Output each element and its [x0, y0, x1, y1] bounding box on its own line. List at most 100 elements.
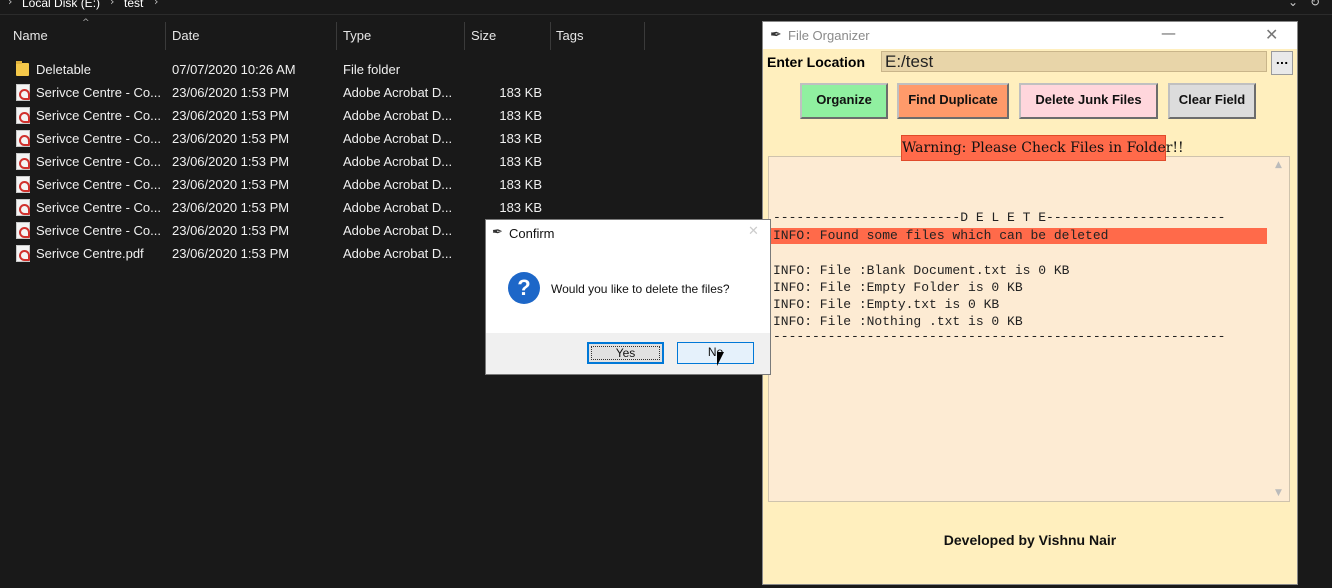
question-icon: ? — [508, 272, 540, 304]
file-date: 23/06/2020 1:53 PM — [172, 85, 290, 100]
divider — [0, 14, 1332, 15]
file-row[interactable]: Serivce Centre - Co... 23/06/2020 1:53 P… — [0, 196, 760, 219]
breadcrumb-chevron-icon: › — [8, 0, 13, 8]
log-line: INFO: File :Blank Document.txt is 0 KB — [773, 263, 1070, 278]
column-header-name[interactable]: Name — [13, 28, 48, 43]
file-name: Serivce Centre - Co... — [36, 85, 161, 100]
file-type: Adobe Acrobat D... — [343, 223, 453, 238]
footer-credit: Developed by Vishnu Nair — [943, 532, 1117, 548]
location-label: Enter Location — [767, 54, 866, 70]
column-divider[interactable] — [644, 22, 645, 50]
log-line: INFO: File :Empty Folder is 0 KB — [773, 280, 1023, 295]
yes-button[interactable]: Yes — [587, 342, 664, 364]
file-type: Adobe Acrobat D... — [343, 85, 453, 100]
breadcrumb-chevron-icon: › — [110, 0, 115, 8]
sort-ascending-icon: ^ — [82, 18, 90, 28]
address-bar[interactable]: › Local Disk (E:) › test › ⌄ ↻ — [0, 0, 1332, 14]
file-size: 183 KB — [499, 85, 542, 100]
pdf-icon — [16, 107, 30, 124]
dialog-title-bar[interactable]: ✒ Confirm ✕ — [486, 220, 770, 247]
file-organizer-window: ✒ File Organizer — ✕ Enter Location E:/t… — [763, 22, 1297, 584]
file-size: 183 KB — [499, 177, 542, 192]
clear-field-button[interactable]: Clear Field — [1168, 83, 1256, 119]
pdf-icon — [16, 222, 30, 239]
close-icon[interactable]: ✕ — [1265, 25, 1278, 44]
warning-label: Warning: Please Check Files in Folder!! — [901, 135, 1184, 161]
folder-icon — [16, 61, 29, 76]
refresh-icon[interactable]: ↻ — [1310, 0, 1320, 9]
file-date: 23/06/2020 1:53 PM — [172, 177, 290, 192]
pdf-icon — [16, 176, 30, 193]
scroll-up-icon[interactable]: ▲ — [1275, 160, 1282, 170]
file-row[interactable]: Serivce Centre - Co... 23/06/2020 1:53 P… — [0, 81, 760, 104]
find-duplicate-button[interactable]: Find Duplicate — [897, 83, 1009, 119]
log-line: ------------------------D E L E T E-----… — [773, 210, 1226, 225]
file-name: Serivce Centre.pdf — [36, 246, 144, 261]
breadcrumb-test[interactable]: test — [124, 0, 143, 10]
delete-junk-files-button[interactable]: Delete Junk Files — [1019, 83, 1158, 119]
file-type: Adobe Acrobat D... — [343, 131, 453, 146]
file-name: Serivce Centre - Co... — [36, 154, 161, 169]
dialog-title: Confirm — [509, 226, 555, 241]
file-date: 23/06/2020 1:53 PM — [172, 246, 290, 261]
file-date: 23/06/2020 1:53 PM — [172, 200, 290, 215]
file-name: Serivce Centre - Co... — [36, 131, 161, 146]
log-line: INFO: File :Nothing .txt is 0 KB — [773, 314, 1023, 329]
feather-icon: ✒ — [770, 27, 782, 43]
file-row[interactable]: Serivce Centre - Co... 23/06/2020 1:53 P… — [0, 150, 760, 173]
file-size: 183 KB — [499, 131, 542, 146]
file-row[interactable]: Serivce Centre - Co... 23/06/2020 1:53 P… — [0, 173, 760, 196]
pdf-icon — [16, 153, 30, 170]
column-divider[interactable] — [464, 22, 465, 50]
file-size: 183 KB — [499, 154, 542, 169]
log-line: INFO: File :Empty.txt is 0 KB — [773, 297, 1000, 312]
column-divider[interactable] — [550, 22, 551, 50]
file-name: Serivce Centre - Co... — [36, 177, 161, 192]
file-type: Adobe Acrobat D... — [343, 177, 453, 192]
close-icon[interactable]: ✕ — [748, 224, 759, 239]
file-name: Serivce Centre - Co... — [36, 223, 161, 238]
column-header-tags[interactable]: Tags — [556, 28, 583, 43]
file-name: Deletable — [36, 62, 91, 77]
scroll-down-icon[interactable]: ▼ — [1275, 488, 1282, 498]
title-bar[interactable]: ✒ File Organizer — ✕ — [763, 22, 1297, 49]
file-date: 07/07/2020 10:26 AM — [172, 62, 296, 77]
file-size: 183 KB — [499, 108, 542, 123]
vertical-scrollbar[interactable]: ▲ ▼ — [1272, 158, 1288, 500]
column-header-type[interactable]: Type — [343, 28, 371, 43]
pdf-icon — [16, 84, 30, 101]
no-button[interactable]: No — [677, 342, 754, 364]
dialog-message: Would you like to delete the files? — [551, 282, 730, 296]
file-type: Adobe Acrobat D... — [343, 108, 453, 123]
breadcrumb-local-disk[interactable]: Local Disk (E:) — [22, 0, 100, 10]
chevron-down-icon[interactable]: ⌄ — [1288, 0, 1298, 9]
file-row[interactable]: Deletable 07/07/2020 10:26 AM File folde… — [0, 58, 760, 81]
pdf-icon — [16, 245, 30, 262]
log-line: ----------------------------------------… — [773, 329, 1226, 344]
file-row[interactable]: Serivce Centre - Co... 23/06/2020 1:53 P… — [0, 127, 760, 150]
log-output[interactable]: ------------------------D E L E T E-----… — [768, 156, 1290, 502]
browse-button[interactable]: ... — [1271, 51, 1293, 75]
file-type: Adobe Acrobat D... — [343, 154, 453, 169]
dialog-body: ? Would you like to delete the files? — [486, 247, 770, 333]
file-type: File folder — [343, 62, 401, 77]
file-date: 23/06/2020 1:53 PM — [172, 108, 290, 123]
column-header-size[interactable]: Size — [471, 28, 496, 43]
minimize-icon[interactable]: — — [1161, 24, 1176, 42]
file-date: 23/06/2020 1:53 PM — [172, 223, 290, 238]
location-input[interactable]: E:/test — [881, 51, 1267, 72]
file-name: Serivce Centre - Co... — [36, 200, 161, 215]
feather-icon: ✒ — [492, 225, 503, 240]
file-date: 23/06/2020 1:53 PM — [172, 154, 290, 169]
column-header-date[interactable]: Date — [172, 28, 199, 43]
file-type: Adobe Acrobat D... — [343, 200, 453, 215]
column-divider[interactable] — [336, 22, 337, 50]
organize-button[interactable]: Organize — [800, 83, 888, 119]
file-row[interactable]: Serivce Centre - Co... 23/06/2020 1:53 P… — [0, 104, 760, 127]
file-size: 183 KB — [499, 200, 542, 215]
file-date: 23/06/2020 1:53 PM — [172, 131, 290, 146]
column-divider[interactable] — [165, 22, 166, 50]
file-type: Adobe Acrobat D... — [343, 246, 453, 261]
breadcrumb-chevron-icon: › — [154, 0, 159, 8]
pdf-icon — [16, 130, 30, 147]
